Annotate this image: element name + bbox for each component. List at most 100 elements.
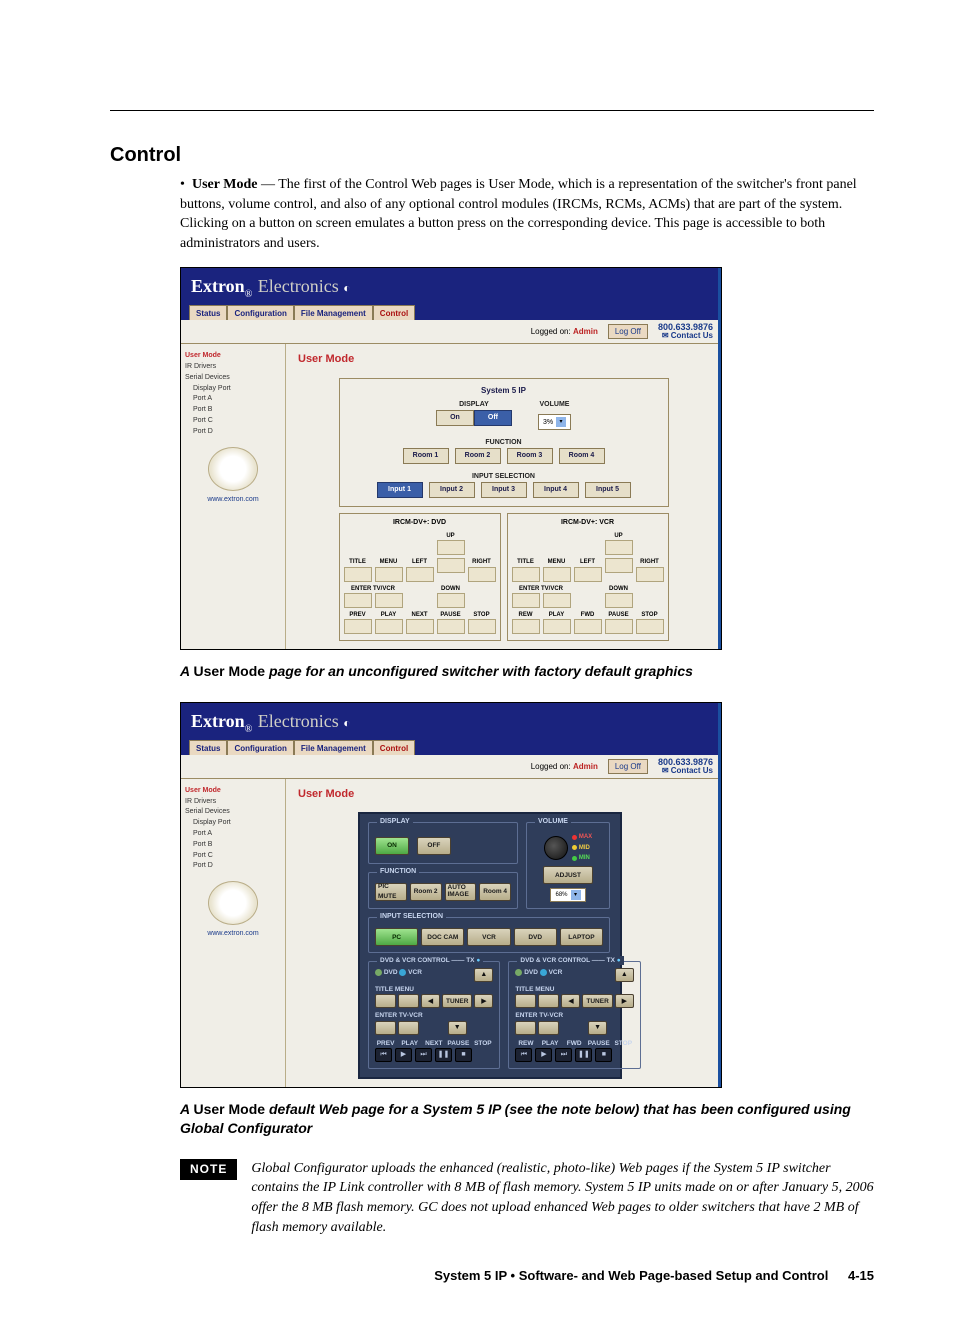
sidebar-item-ir-drivers[interactable]: IR Drivers [185,362,281,372]
www-link[interactable]: www.extron.com [185,929,281,939]
tab-status[interactable]: Status [189,305,227,320]
volume-select[interactable]: 68%▾ [550,888,585,902]
menu-button[interactable] [543,567,571,582]
enter-button[interactable] [375,1021,396,1035]
enter-button[interactable] [512,593,540,608]
input1-button[interactable]: Input 1 [377,482,423,498]
room4-button[interactable]: Room 4 [479,883,511,901]
up-button[interactable] [437,540,465,555]
stop-button[interactable] [636,619,664,634]
display-off-button[interactable]: OFF [417,837,451,855]
volume-select[interactable]: 3%▾ [538,414,571,430]
sidebar-item-port-d[interactable]: Port D [193,861,281,871]
input2-button[interactable]: Input 2 [429,482,475,498]
tvvcr-button[interactable] [538,1021,559,1035]
center-button[interactable] [437,558,465,573]
next-button[interactable]: ⏭ [415,1048,432,1062]
arrow-up-button[interactable]: ▲ [474,968,493,982]
stop-button[interactable]: ■ [455,1048,472,1062]
right-button[interactable] [468,567,496,582]
title-button[interactable] [512,567,540,582]
stop-button[interactable] [468,619,496,634]
play-button[interactable]: ▶ [535,1048,552,1062]
arrow-down-button[interactable]: ▼ [588,1021,607,1035]
input-doccam-button[interactable]: DOC CAM [421,928,464,946]
room2-button[interactable]: Room 2 [455,448,501,464]
sidebar-item-port-c[interactable]: Port C [193,851,281,861]
sidebar-item-port-d[interactable]: Port D [193,427,281,437]
arrow-left-button[interactable]: ◀ [561,994,580,1008]
title-button[interactable] [515,994,536,1008]
sidebar-item-port-b[interactable]: Port B [193,840,281,850]
play-button[interactable]: ▶ [395,1048,412,1062]
tvvcr-button[interactable] [543,593,571,608]
dvd-radio[interactable] [515,969,522,976]
sidebar-item-port-a[interactable]: Port A [193,394,281,404]
title-button[interactable] [375,994,396,1008]
rew-button[interactable] [512,619,540,634]
tab-control[interactable]: Control [373,305,415,320]
menu-button[interactable] [398,994,419,1008]
display-off-button[interactable]: Off [474,410,512,426]
sidebar-item-user-mode[interactable]: User Mode [185,786,281,796]
sidebar-item-display-port[interactable]: Display Port [193,384,281,394]
input5-button[interactable]: Input 5 [585,482,631,498]
pause-button[interactable] [437,619,465,634]
pause-button[interactable]: ❚❚ [435,1048,452,1062]
stop-button[interactable]: ■ [595,1048,612,1062]
tab-file-management[interactable]: File Management [294,740,373,755]
arrow-right-button[interactable]: ▶ [615,994,634,1008]
vcr-radio[interactable] [399,969,406,976]
fwd-button[interactable]: ⏭ [555,1048,572,1062]
tab-status[interactable]: Status [189,740,227,755]
tuner-button[interactable]: TUNER [582,994,612,1008]
input3-button[interactable]: Input 3 [481,482,527,498]
input-laptop-button[interactable]: LAPTOP [560,928,603,946]
sidebar-item-port-b[interactable]: Port B [193,405,281,415]
contact-us-link[interactable]: ✉ Contact Us [662,767,713,775]
pic-mute-button[interactable]: PIC MUTE [375,883,407,901]
center-button[interactable] [605,558,633,573]
sidebar-item-ir-drivers[interactable]: IR Drivers [185,797,281,807]
tab-file-management[interactable]: File Management [294,305,373,320]
enter-button[interactable] [344,593,372,608]
sidebar-item-serial-devices[interactable]: Serial Devices [185,373,281,383]
input-pc-button[interactable]: PC [375,928,418,946]
arrow-right-button[interactable]: ▶ [474,994,493,1008]
vcr-radio[interactable] [540,969,547,976]
www-link[interactable]: www.extron.com [185,495,281,505]
room3-button[interactable]: Room 3 [507,448,553,464]
dvd-radio[interactable] [375,969,382,976]
play-button[interactable] [543,619,571,634]
contact-us-link[interactable]: ✉ Contact Us [662,332,713,340]
input4-button[interactable]: Input 4 [533,482,579,498]
next-button[interactable] [406,619,434,634]
sidebar-item-user-mode[interactable]: User Mode [185,351,281,361]
left-button[interactable] [406,567,434,582]
menu-button[interactable] [538,994,559,1008]
logoff-button[interactable]: Log Off [608,759,648,774]
tuner-button[interactable]: TUNER [442,994,472,1008]
prev-button[interactable] [344,619,372,634]
enter-button[interactable] [515,1021,536,1035]
title-button[interactable] [344,567,372,582]
display-on-button[interactable]: On [436,410,474,426]
sidebar-item-port-a[interactable]: Port A [193,829,281,839]
pause-button[interactable]: ❚❚ [575,1048,592,1062]
prev-button[interactable]: ⏮ [375,1048,392,1062]
menu-button[interactable] [375,567,403,582]
tvvcr-button[interactable] [375,593,403,608]
arrow-up-button[interactable]: ▲ [615,968,634,982]
room2-button[interactable]: Room 2 [410,883,442,901]
play-button[interactable] [375,619,403,634]
logoff-button[interactable]: Log Off [608,324,648,339]
input-vcr-button[interactable]: VCR [467,928,510,946]
up-button[interactable] [605,540,633,555]
room4-button[interactable]: Room 4 [559,448,605,464]
tab-configuration[interactable]: Configuration [227,740,293,755]
left-button[interactable] [574,567,602,582]
rew-button[interactable]: ⏮ [515,1048,532,1062]
volume-adjust-button[interactable]: ADJUST [543,866,593,884]
display-on-button[interactable]: ON [375,837,409,855]
arrow-down-button[interactable]: ▼ [448,1021,467,1035]
